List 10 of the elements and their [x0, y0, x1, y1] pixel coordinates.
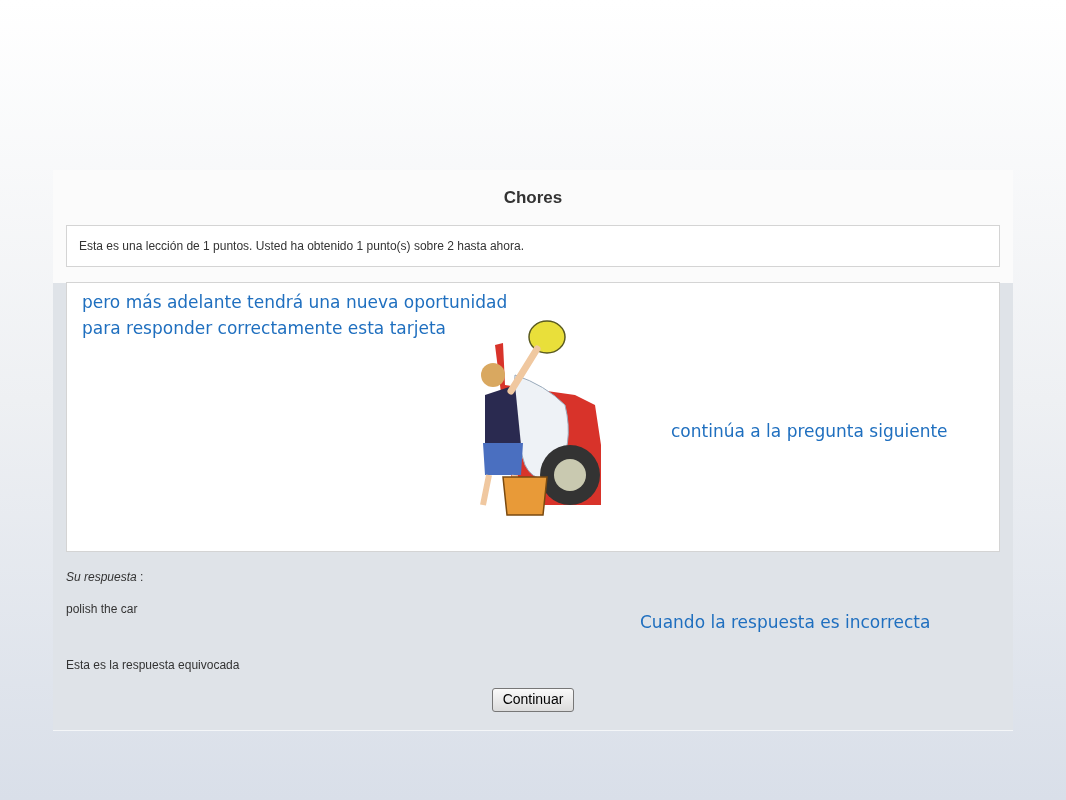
score-message: Esta es una lección de 1 puntos. Usted ha obtenido 1 punto(s) sobre 2 hasta ahora. [66, 224, 1000, 267]
lesson-title: Chores [502, 187, 564, 209]
continue-button[interactable]: Continuar [491, 687, 575, 712]
answer-label: Su respuesta : [66, 568, 145, 586]
annotation-text: continúa a la pregunta siguiente [671, 419, 948, 443]
annotation-text: pero más adelante tendrá una nueva oportunidad [82, 290, 508, 314]
answer-value: polish the car [66, 600, 139, 618]
feedback-text: Esta es la respuesta equivocada [66, 656, 241, 674]
annotation-text: Cuando la respuesta es incorrecta [640, 610, 931, 634]
annotation-text: para responder correctamente esta tarjeta [82, 316, 447, 340]
